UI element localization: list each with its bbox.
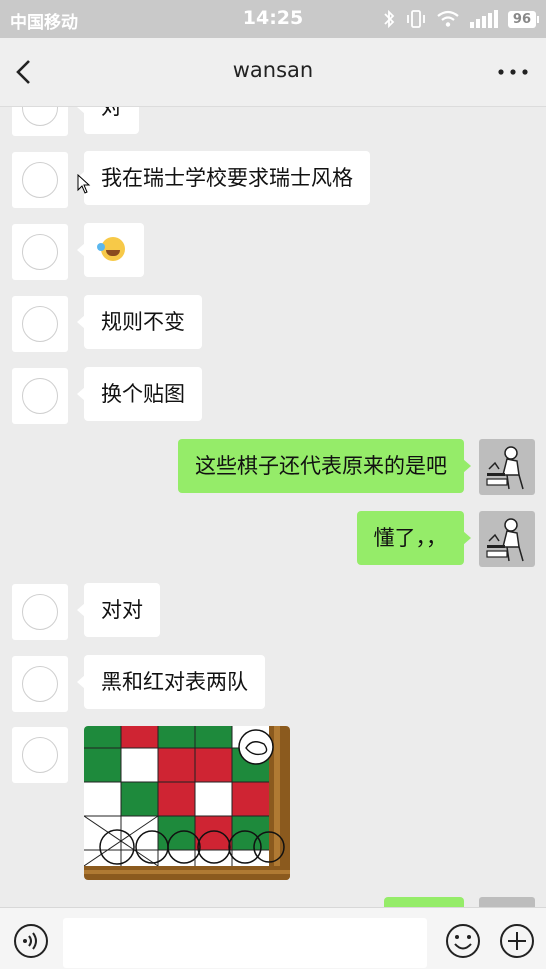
user-avatar-icon [486, 518, 524, 562]
user-avatar-icon [486, 446, 524, 490]
mouse-cursor-icon [77, 174, 91, 194]
status-bar: 中国移动 14:25 96 [0, 0, 546, 38]
wifi-icon [437, 10, 459, 27]
self-avatar[interactable] [479, 897, 535, 907]
contact-avatar[interactable] [12, 727, 68, 783]
message-bubble-sent[interactable] [384, 897, 464, 907]
message-list[interactable]: 对 我在瑞士学校要求瑞士风格 规则不变 换个贴图 这些棋子还代表原来的是吧 懂了… [0, 107, 546, 907]
message-bubble-received[interactable]: 我在瑞士学校要求瑞士风格 [77, 151, 370, 205]
input-bar [0, 907, 546, 969]
message-bubble-received[interactable]: 换个贴图 [77, 367, 202, 421]
message-bubble-sent[interactable]: 懂了，， [356, 511, 471, 565]
contact-avatar[interactable] [12, 296, 68, 352]
contact-avatar[interactable] [12, 584, 68, 640]
message-bubble-sent[interactable]: 这些棋子还代表原来的是吧 [178, 439, 471, 493]
voice-input-icon[interactable] [12, 922, 50, 960]
message-input[interactable] [63, 918, 427, 968]
message-bubble-received[interactable] [77, 223, 144, 277]
vibrate-icon [407, 10, 425, 28]
status-icons: 96 [382, 8, 540, 30]
laughing-crying-emoji-icon [97, 237, 125, 261]
message-bubble-received[interactable]: 对对 [77, 583, 160, 637]
chat-title: wansan [232, 58, 314, 82]
bluetooth-icon [384, 9, 395, 29]
battery-indicator: 96 [507, 10, 540, 28]
message-bubble-received[interactable]: 对 [77, 107, 139, 134]
contact-avatar[interactable] [12, 152, 68, 208]
contact-avatar[interactable] [12, 224, 68, 280]
add-attachment-icon[interactable] [498, 922, 536, 960]
self-avatar[interactable] [479, 511, 535, 567]
signal-icon [469, 10, 498, 28]
message-bubble-received[interactable]: 黑和红对表两队 [77, 655, 265, 709]
contact-avatar[interactable] [12, 368, 68, 424]
emoji-icon[interactable] [444, 922, 482, 960]
more-options-icon[interactable] [496, 60, 530, 84]
chess-board-sticker-image[interactable] [84, 726, 290, 880]
chat-header: wansan [0, 38, 546, 107]
message-bubble-received[interactable]: 规则不变 [77, 295, 202, 349]
contact-avatar[interactable] [12, 656, 68, 712]
contact-avatar[interactable] [12, 107, 68, 136]
self-avatar[interactable] [479, 439, 535, 495]
